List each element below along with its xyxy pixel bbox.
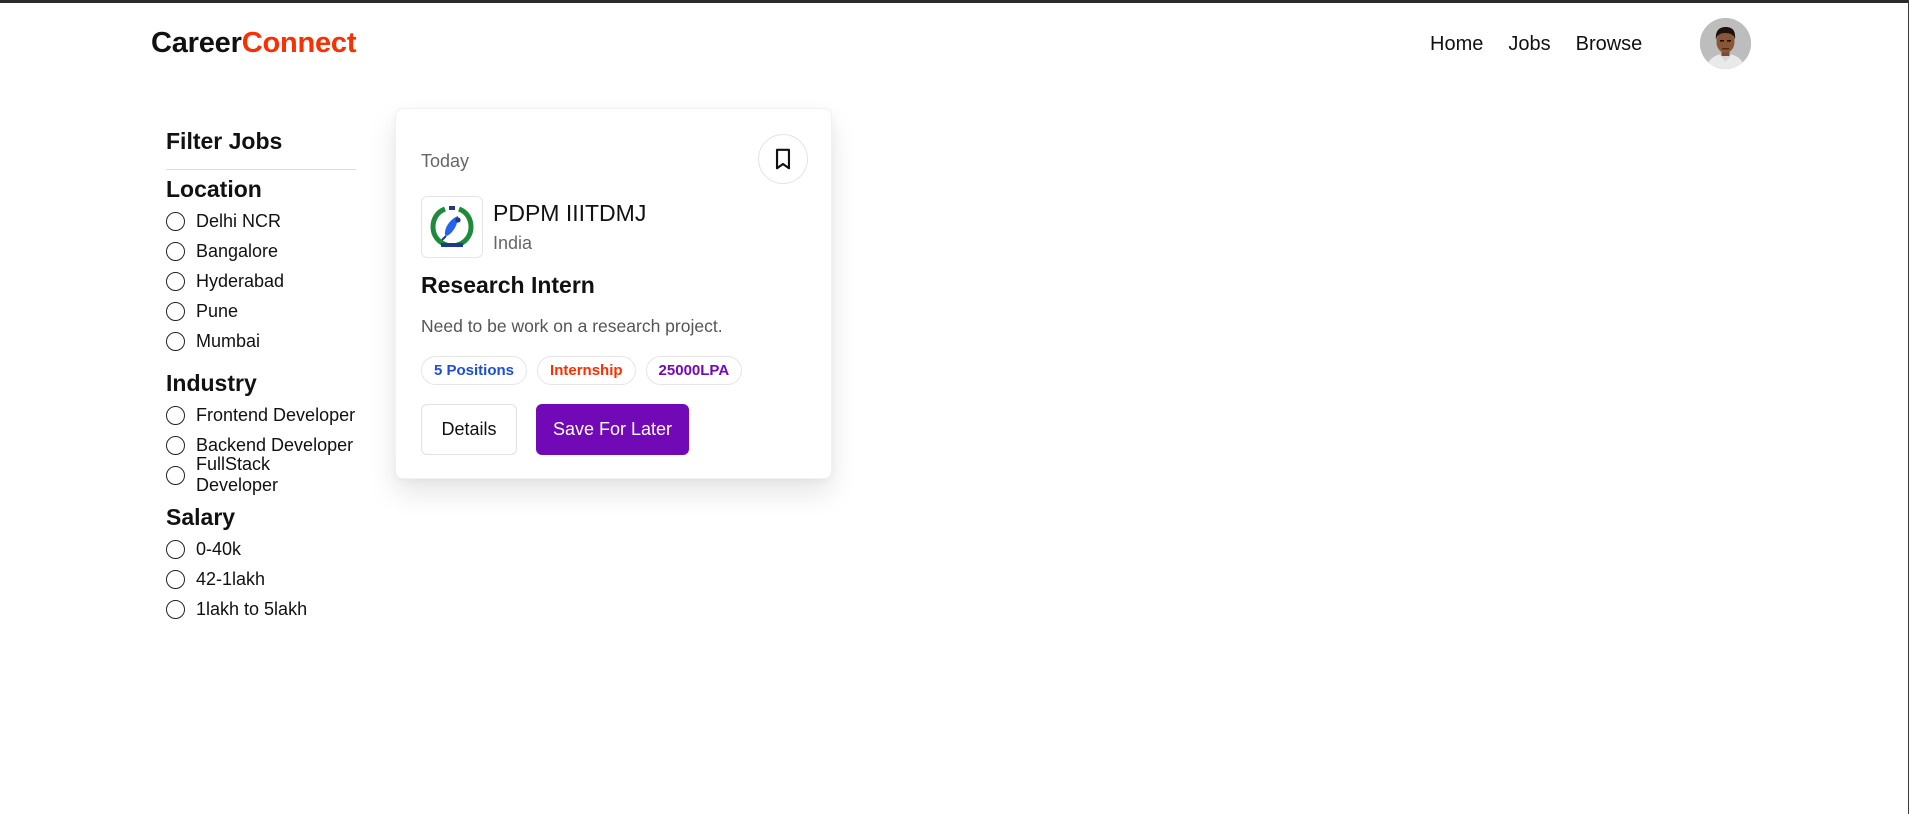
filter-option-label: Mumbai — [196, 330, 261, 351]
job-card: Today PDPM IIITDMJ India Research Intern… — [395, 108, 832, 479]
filter-option-fullstack-developer[interactable]: FullStack Developer — [166, 454, 356, 495]
site-logo[interactable]: CareerConnect — [151, 27, 357, 60]
filter-option-label: Hyderabad — [196, 270, 285, 291]
radio-button[interactable] — [166, 301, 185, 321]
filter-option-label: Frontend Developer — [196, 404, 356, 425]
logo-text-connect: Connect — [241, 27, 357, 59]
company-name: PDPM IIITDMJ — [493, 200, 647, 226]
bookmark-button[interactable] — [758, 134, 808, 184]
filter-group-title: Salary — [166, 504, 236, 530]
bookmark-icon — [775, 148, 791, 170]
user-avatar[interactable] — [1700, 18, 1751, 69]
job-title: Research Intern — [421, 272, 595, 298]
filter-option-pune[interactable]: Pune — [166, 296, 356, 326]
logo-text-career: Career — [151, 27, 242, 59]
filter-option-delhi-ncr[interactable]: Delhi NCR — [166, 206, 356, 236]
nav-link-browse[interactable]: Browse — [1576, 33, 1643, 56]
radio-button[interactable] — [166, 271, 185, 291]
filter-sidebar: Filter Jobs Location Delhi NCR Bangalore… — [166, 128, 356, 624]
filter-group-title: Location — [166, 176, 262, 202]
filter-option-label: 1lakh to 5lakh — [196, 598, 308, 619]
filter-group-industry: Industry Frontend Developer Backend Deve… — [166, 370, 356, 495]
company-location: India — [493, 233, 533, 253]
filter-option-label: Delhi NCR — [196, 210, 282, 231]
filter-option-label: 0-40k — [196, 538, 242, 559]
filter-option-hyderabad[interactable]: Hyderabad — [166, 266, 356, 296]
filter-group-title: Industry — [166, 370, 257, 396]
company-logo — [421, 196, 483, 258]
filter-option-label: 42-1lakh — [196, 568, 266, 589]
posted-date: Today — [421, 151, 470, 171]
details-button[interactable]: Details — [421, 404, 517, 455]
filter-option-mumbai[interactable]: Mumbai — [166, 326, 356, 356]
filter-option-42-1lakh[interactable]: 42-1lakh — [166, 564, 356, 594]
nav-links: Home Jobs Browse — [1430, 33, 1642, 56]
radio-button[interactable] — [166, 331, 185, 351]
radio-button[interactable] — [166, 569, 185, 589]
filter-title: Filter Jobs — [166, 128, 356, 170]
filter-option-label: Bangalore — [196, 240, 279, 261]
filter-option-bangalore[interactable]: Bangalore — [166, 236, 356, 266]
avatar-image — [1700, 18, 1751, 69]
navbar: CareerConnect Home Jobs Browse — [0, 3, 1909, 85]
job-description: Need to be work on a research project. — [421, 316, 723, 336]
job-badges: 5 Positions Internship 25000LPA — [421, 356, 743, 385]
nav-link-jobs[interactable]: Jobs — [1508, 33, 1550, 56]
radio-button[interactable] — [166, 539, 185, 559]
company-logo-icon — [430, 206, 474, 248]
job-type-badge: Internship — [537, 356, 636, 385]
radio-button[interactable] — [166, 465, 185, 485]
radio-button[interactable] — [166, 599, 185, 619]
positions-badge: 5 Positions — [421, 356, 528, 385]
filter-option-1lakh-to-5lakh[interactable]: 1lakh to 5lakh — [166, 594, 356, 624]
save-for-later-button[interactable]: Save For Later — [536, 404, 689, 455]
filter-option-0-40k[interactable]: 0-40k — [166, 534, 356, 564]
radio-button[interactable] — [166, 241, 185, 261]
filter-group-location: Location Delhi NCR Bangalore Hyderabad P… — [166, 176, 356, 356]
nav-link-home[interactable]: Home — [1430, 33, 1483, 56]
filter-option-label: FullStack Developer — [196, 454, 279, 495]
salary-badge: 25000LPA — [645, 356, 743, 385]
radio-button[interactable] — [166, 405, 185, 425]
filter-option-label: Backend Developer — [196, 434, 354, 455]
radio-button[interactable] — [166, 211, 185, 231]
radio-button[interactable] — [166, 435, 185, 455]
filter-option-label: Pune — [196, 300, 239, 321]
filter-option-frontend-developer[interactable]: Frontend Developer — [166, 400, 356, 430]
filter-group-salary: Salary 0-40k 42-1lakh 1lakh to 5lakh — [166, 504, 356, 624]
